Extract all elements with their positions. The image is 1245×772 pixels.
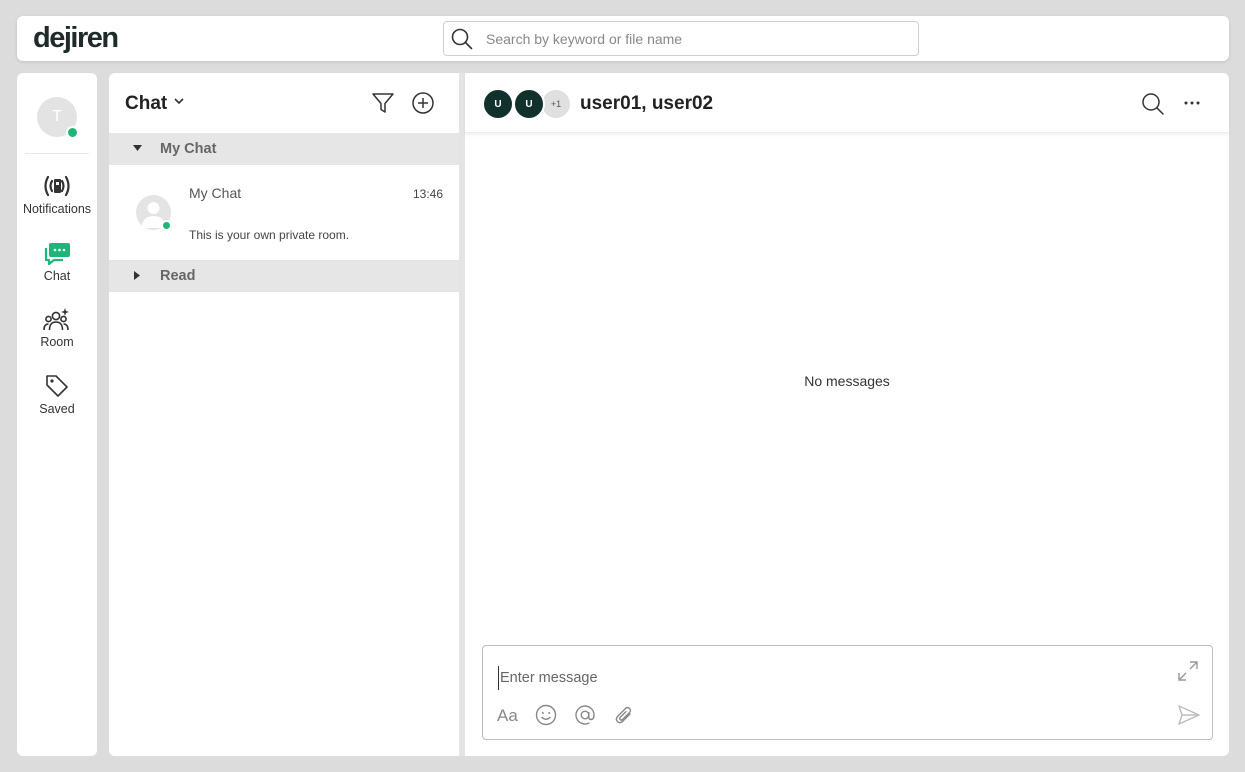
member-avatar[interactable]: U bbox=[482, 88, 514, 120]
nav-room[interactable]: Room bbox=[17, 306, 97, 349]
rail-divider bbox=[25, 153, 89, 154]
chevron-down-icon[interactable] bbox=[173, 96, 185, 106]
member-initial: U bbox=[525, 98, 533, 110]
send-icon[interactable] bbox=[1177, 704, 1201, 726]
chat-time: 13:46 bbox=[412, 187, 443, 201]
chat-list-pane: Chat My Chat My Chat 13:46 This is your … bbox=[109, 73, 459, 756]
top-bar: dejiren bbox=[17, 16, 1229, 61]
emoji-icon[interactable] bbox=[535, 704, 557, 726]
nav-saved[interactable]: Saved bbox=[17, 373, 97, 416]
nav-room-label: Room bbox=[40, 335, 74, 349]
user-avatar[interactable]: T bbox=[37, 97, 79, 139]
room-title: user01, user02 bbox=[580, 93, 714, 114]
group-icon bbox=[43, 308, 69, 331]
section-read[interactable]: Read bbox=[109, 260, 459, 292]
online-status-dot bbox=[66, 126, 79, 139]
expand-icon[interactable] bbox=[1177, 660, 1199, 682]
user-initial: T bbox=[52, 108, 62, 125]
nav-notifications[interactable]: Notifications bbox=[17, 173, 97, 216]
text-format-button[interactable]: Aa bbox=[497, 706, 518, 726]
more-members-count: +1 bbox=[550, 99, 562, 109]
attachment-icon[interactable] bbox=[613, 704, 635, 726]
chat-list-title[interactable]: Chat bbox=[125, 93, 167, 115]
empty-state-text: No messages bbox=[804, 373, 890, 389]
search-input[interactable] bbox=[486, 22, 906, 55]
caret-right-icon bbox=[134, 271, 140, 280]
filter-icon[interactable] bbox=[371, 91, 395, 115]
message-input[interactable] bbox=[498, 666, 1158, 690]
chat-list-header: Chat bbox=[109, 73, 459, 131]
broadcast-icon bbox=[44, 175, 70, 197]
section-read-label: Read bbox=[160, 268, 196, 284]
chat-preview: This is your own private room. bbox=[189, 228, 350, 242]
nav-notifications-label: Notifications bbox=[22, 202, 92, 216]
chat-bubble-icon bbox=[44, 243, 70, 265]
tag-icon bbox=[46, 375, 68, 397]
global-search[interactable] bbox=[443, 21, 919, 56]
chat-room-pane: U +1 U user01, user02 No messages Aa bbox=[465, 73, 1229, 756]
search-icon bbox=[451, 28, 473, 50]
chat-list-item[interactable]: My Chat 13:46 This is your own private r… bbox=[109, 165, 459, 260]
message-composer: Aa bbox=[482, 645, 1213, 740]
nav-rail: T Notifications Chat Room Saved bbox=[17, 73, 97, 756]
search-icon[interactable] bbox=[1141, 92, 1165, 116]
app-logo[interactable]: dejiren bbox=[33, 21, 119, 55]
member-initial: U bbox=[494, 98, 502, 110]
member-avatar[interactable]: U bbox=[513, 88, 545, 120]
nav-chat[interactable]: Chat bbox=[17, 240, 97, 283]
more-options-icon[interactable] bbox=[1181, 92, 1203, 116]
section-my-chat[interactable]: My Chat bbox=[109, 133, 459, 165]
caret-down-icon bbox=[133, 145, 142, 151]
mention-icon[interactable] bbox=[574, 704, 596, 726]
logo-text: dejiren bbox=[33, 22, 119, 54]
add-chat-icon[interactable] bbox=[411, 91, 435, 115]
nav-chat-label: Chat bbox=[43, 269, 71, 283]
chat-name: My Chat bbox=[189, 185, 242, 201]
section-my-chat-label: My Chat bbox=[160, 141, 217, 157]
nav-saved-label: Saved bbox=[39, 402, 75, 416]
room-header: U +1 U user01, user02 bbox=[465, 73, 1229, 133]
online-status-dot bbox=[161, 220, 172, 231]
